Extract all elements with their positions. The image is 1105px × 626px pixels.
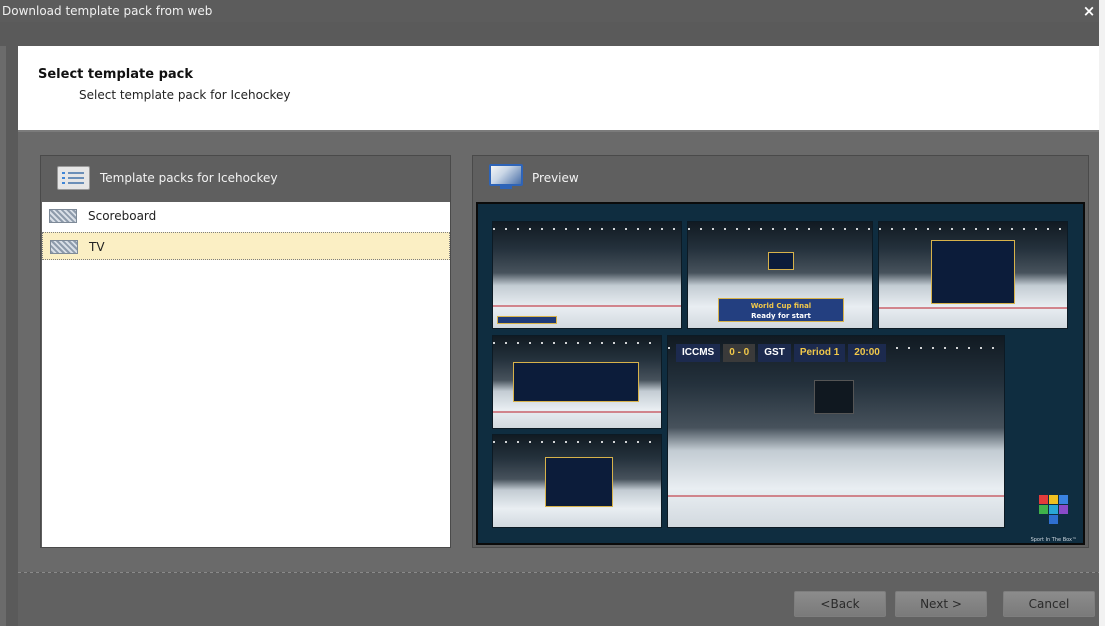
list-item-label: TV xyxy=(89,240,105,254)
list-item-label: Scoreboard xyxy=(88,209,157,223)
window-edge-left xyxy=(0,46,6,626)
template-pack-panel-header: Template packs for Icehockey xyxy=(41,156,450,201)
window-title: Download template pack from web xyxy=(2,4,213,18)
sport-in-the-box-logo-icon xyxy=(1039,495,1075,535)
list-icon xyxy=(57,166,90,190)
clock: 20:00 xyxy=(848,344,886,362)
team-1: ICCMS xyxy=(676,344,721,362)
window-edge xyxy=(1099,0,1105,626)
preview-thumbnail xyxy=(878,221,1068,329)
team-2: GST xyxy=(758,344,791,362)
period: Period 1 xyxy=(793,344,846,362)
list-item-tv[interactable]: TV xyxy=(42,232,450,260)
score: 0 - 0 xyxy=(723,344,756,362)
template-icon xyxy=(50,240,78,254)
monitor-icon xyxy=(489,164,523,189)
preview-panel-header: Preview xyxy=(473,156,1088,201)
banner-line-1: World Cup final xyxy=(750,302,812,310)
page-title: Select template pack xyxy=(38,67,193,82)
page-subtitle: Select template pack for Icehockey xyxy=(79,88,291,102)
banner-line-2: Ready for start xyxy=(751,312,811,320)
template-pack-list[interactable]: Scoreboard TV xyxy=(42,202,450,547)
scorebar: ICCMS 0 - 0 GST Period 1 20:00 xyxy=(676,344,886,362)
template-icon xyxy=(49,209,77,223)
close-icon[interactable]: × xyxy=(1081,0,1097,22)
back-button[interactable]: <Back xyxy=(794,591,886,617)
template-pack-panel-title: Template packs for Icehockey xyxy=(100,171,278,185)
preview-thumbnail xyxy=(492,434,662,528)
preview-thumbnail xyxy=(492,221,682,329)
template-pack-panel: Template packs for Icehockey Scoreboard … xyxy=(40,155,451,548)
download-template-dialog: Download template pack from web × Select… xyxy=(0,0,1105,626)
title-bar: Download template pack from web xyxy=(0,0,1099,22)
next-button[interactable]: Next > xyxy=(895,591,987,617)
preview-thumbnail: World Cup final Ready for start xyxy=(687,221,873,329)
logo-caption: Sport In The Box™ xyxy=(1030,537,1077,543)
preview-thumbnail-large: ICCMS 0 - 0 GST Period 1 20:00 xyxy=(667,335,1005,528)
wizard-header: Select template pack Select template pac… xyxy=(18,46,1099,130)
preview-panel-title: Preview xyxy=(532,171,579,185)
list-item-scoreboard[interactable]: Scoreboard xyxy=(42,202,450,230)
preview-image: World Cup final Ready for start ICCMS 0 … xyxy=(476,202,1085,545)
preview-thumbnail xyxy=(492,335,662,429)
preview-panel: Preview World Cup final Ready for start xyxy=(472,155,1089,548)
cancel-button[interactable]: Cancel xyxy=(1003,591,1095,617)
